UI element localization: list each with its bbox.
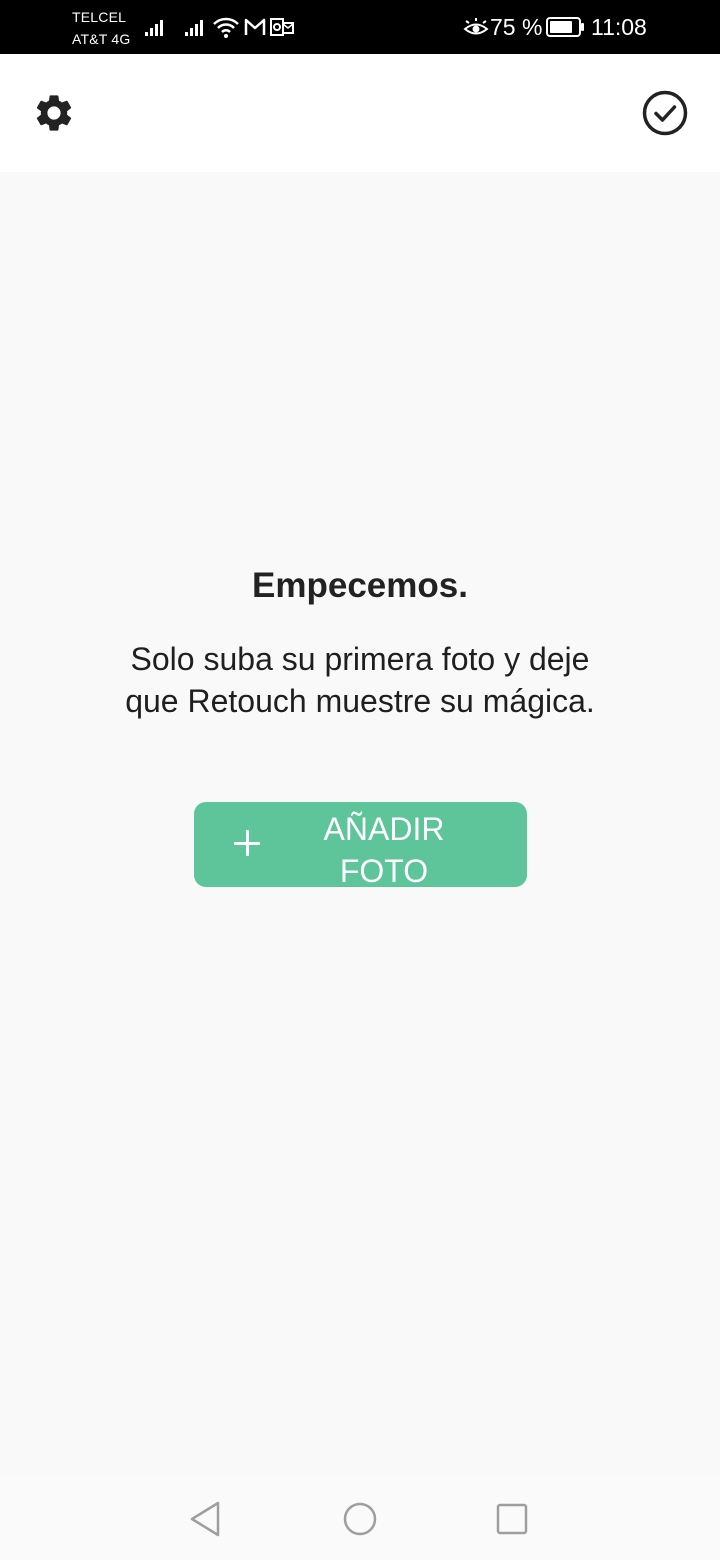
home-icon: [343, 1502, 377, 1536]
signal-icon: [185, 20, 203, 36]
recents-button[interactable]: [492, 1499, 532, 1539]
done-button[interactable]: [640, 88, 690, 138]
app-header: [0, 54, 720, 172]
carrier-primary: TELCEL: [72, 9, 127, 25]
settings-button[interactable]: [29, 88, 79, 138]
signal-icon: [145, 20, 163, 36]
back-icon: [190, 1501, 220, 1537]
gmail-icon: [244, 18, 266, 35]
empty-state-title: Empecemos.: [252, 566, 468, 605]
battery-icon: [546, 17, 584, 37]
plus-icon: [234, 830, 260, 856]
status-bar: TELCEL AT&T 4G 75 % 11:08: [0, 0, 720, 54]
battery-percent: 75 %: [490, 14, 543, 40]
gear-icon: [36, 95, 72, 131]
add-photo-label: AÑADIR FOTO: [323, 811, 445, 889]
wifi-icon: [213, 17, 239, 38]
carrier-secondary: AT&T 4G: [72, 31, 131, 47]
eye-comfort-icon: [463, 18, 489, 35]
system-nav-bar: [0, 1475, 720, 1560]
empty-state: Empecemos. Solo suba su primera foto y d…: [0, 172, 720, 1475]
home-button[interactable]: [340, 1499, 380, 1539]
empty-state-message: Solo suba su primera foto y deje que Ret…: [125, 641, 595, 719]
check-circle-icon: [642, 90, 688, 136]
clock: 11:08: [591, 14, 647, 40]
outlook-icon: [270, 18, 294, 36]
add-photo-button[interactable]: AÑADIR FOTO: [194, 802, 527, 889]
recents-icon: [496, 1503, 528, 1535]
back-button[interactable]: [185, 1499, 225, 1539]
